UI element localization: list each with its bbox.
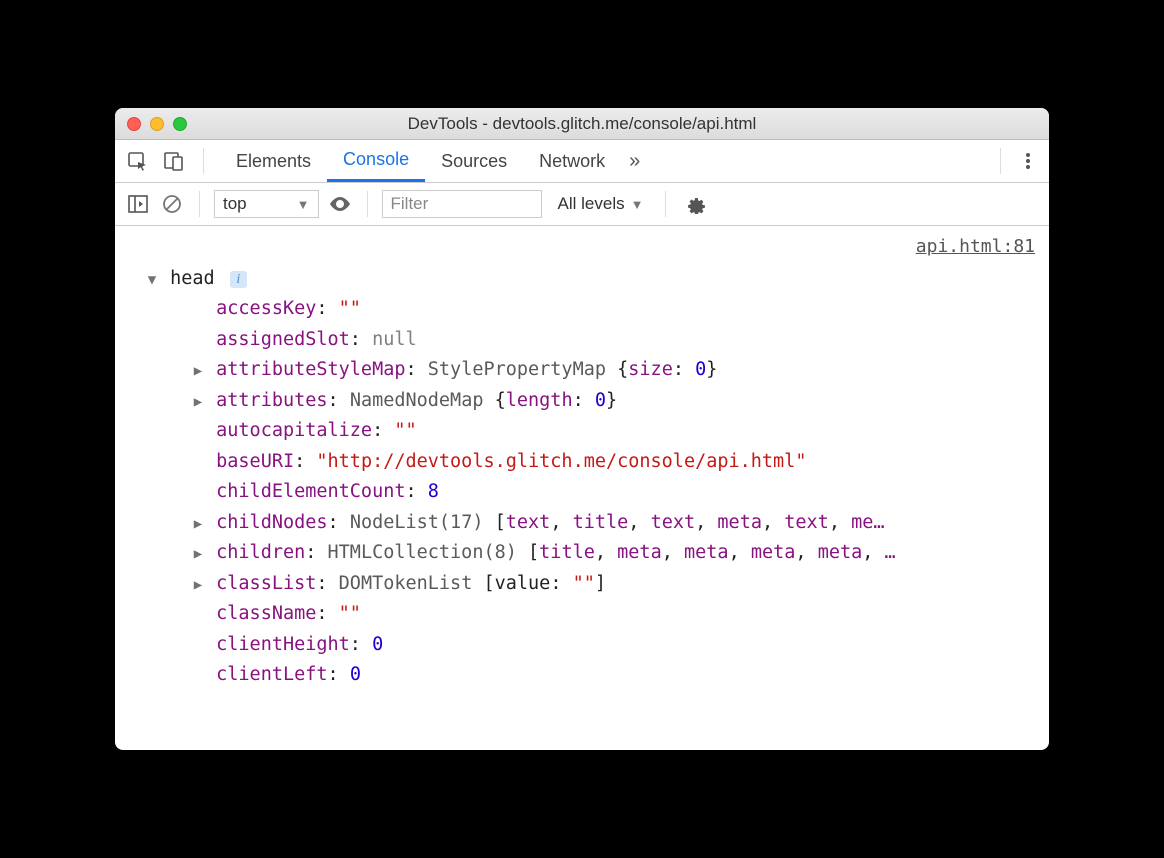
property-name: clientHeight [216, 634, 350, 655]
context-value: top [223, 194, 247, 214]
property-name: accessKey [216, 298, 316, 319]
spacer [191, 635, 205, 658]
settings-gear-icon[interactable] [680, 194, 712, 214]
property-row[interactable]: accessKey: "" [191, 294, 1035, 325]
divider [1000, 148, 1001, 174]
property-row[interactable]: ▶ childNodes: NodeList(17) [text, title,… [191, 508, 1035, 539]
log-level-selector[interactable]: All levels ▼ [550, 194, 652, 214]
filter-input[interactable] [382, 190, 542, 218]
property-row[interactable]: clientHeight: 0 [191, 630, 1035, 661]
type-name: HTMLCollection(8) [328, 542, 517, 563]
caret-down-icon: ▼ [297, 197, 310, 212]
tab-network[interactable]: Network [523, 140, 621, 182]
console-output: api.html:81 ▼ head i accessKey: "" assig… [115, 226, 1049, 750]
property-name: clientLeft [216, 664, 327, 685]
property-row[interactable]: className: "" [191, 599, 1035, 630]
property-name: attributeStyleMap [216, 359, 405, 380]
object-label: head [170, 268, 215, 289]
divider [199, 191, 200, 217]
inspect-element-icon[interactable] [125, 148, 151, 174]
tab-sources[interactable]: Sources [425, 140, 523, 182]
property-row[interactable]: baseURI: "http://devtools.glitch.me/cons… [191, 447, 1035, 478]
tab-console[interactable]: Console [327, 140, 425, 182]
disclosure-triangle-icon[interactable]: ▶ [191, 391, 205, 414]
devtools-window: DevTools - devtools.glitch.me/console/ap… [115, 108, 1049, 750]
log-level-label: All levels [558, 194, 625, 214]
context-selector[interactable]: top ▼ [214, 190, 319, 218]
property-row[interactable]: clientLeft: 0 [191, 660, 1035, 691]
type-name: DOMTokenList [339, 573, 473, 594]
divider [367, 191, 368, 217]
property-row[interactable]: autocapitalize: "" [191, 416, 1035, 447]
clear-console-icon[interactable] [159, 191, 185, 217]
type-name: NamedNodeMap [350, 390, 484, 411]
property-row[interactable]: ▶ attributes: NamedNodeMap {length: 0} [191, 386, 1035, 417]
titlebar: DevTools - devtools.glitch.me/console/ap… [115, 108, 1049, 140]
disclosure-triangle-icon[interactable]: ▶ [191, 360, 205, 383]
property-row[interactable]: ▶ classList: DOMTokenList [value: ""] [191, 569, 1035, 600]
spacer [191, 604, 205, 627]
type-name: StylePropertyMap [428, 359, 606, 380]
source-link[interactable]: api.html:81 [129, 232, 1035, 262]
object-header[interactable]: ▼ head i [145, 264, 1035, 295]
property-name: childElementCount [216, 481, 405, 502]
device-toggle-icon[interactable] [161, 148, 187, 174]
property-value: null [372, 329, 417, 350]
property-name: assignedSlot [216, 329, 350, 350]
divider [665, 191, 666, 217]
spacer [191, 421, 205, 444]
disclosure-triangle-open-icon[interactable]: ▼ [145, 269, 159, 292]
spacer [191, 665, 205, 688]
property-value: 0 [372, 634, 383, 655]
property-name: className [216, 603, 316, 624]
window-title: DevTools - devtools.glitch.me/console/ap… [127, 114, 1037, 134]
disclosure-triangle-icon[interactable]: ▶ [191, 574, 205, 597]
property-name: autocapitalize [216, 420, 372, 441]
property-row[interactable]: ▶ attributeStyleMap: StylePropertyMap {s… [191, 355, 1035, 386]
property-name: classList [216, 573, 316, 594]
property-value: "" [394, 420, 416, 441]
info-badge-icon[interactable]: i [230, 271, 247, 288]
property-row[interactable]: ▶ children: HTMLCollection(8) [title, me… [191, 538, 1035, 569]
disclosure-triangle-icon[interactable]: ▶ [191, 543, 205, 566]
tabs-overflow-button[interactable]: » [621, 150, 648, 173]
property-name: childNodes [216, 512, 327, 533]
property-value: "http://devtools.glitch.me/console/api.h… [316, 451, 806, 472]
property-value: 0 [350, 664, 361, 685]
caret-down-icon: ▼ [631, 197, 644, 212]
property-value: "" [339, 603, 361, 624]
spacer [191, 452, 205, 475]
property-row[interactable]: assignedSlot: null [191, 325, 1035, 356]
main-tabbar: Elements Console Sources Network » [115, 140, 1049, 183]
panel-tabs: Elements Console Sources Network » [220, 140, 648, 182]
spacer [191, 299, 205, 322]
property-value: 8 [428, 481, 439, 502]
property-name: attributes [216, 390, 327, 411]
spacer [191, 482, 205, 505]
sidebar-toggle-icon[interactable] [125, 191, 151, 217]
property-name: baseURI [216, 451, 294, 472]
property-value: "" [339, 298, 361, 319]
property-name: children [216, 542, 305, 563]
kebab-menu-icon[interactable] [1017, 150, 1039, 172]
type-name: NodeList(17) [350, 512, 484, 533]
spacer [191, 330, 205, 353]
divider [203, 148, 204, 174]
disclosure-triangle-icon[interactable]: ▶ [191, 513, 205, 536]
property-row[interactable]: childElementCount: 8 [191, 477, 1035, 508]
tab-elements[interactable]: Elements [220, 140, 327, 182]
console-toolbar: top ▼ All levels ▼ [115, 183, 1049, 226]
live-expression-icon[interactable] [327, 191, 353, 217]
